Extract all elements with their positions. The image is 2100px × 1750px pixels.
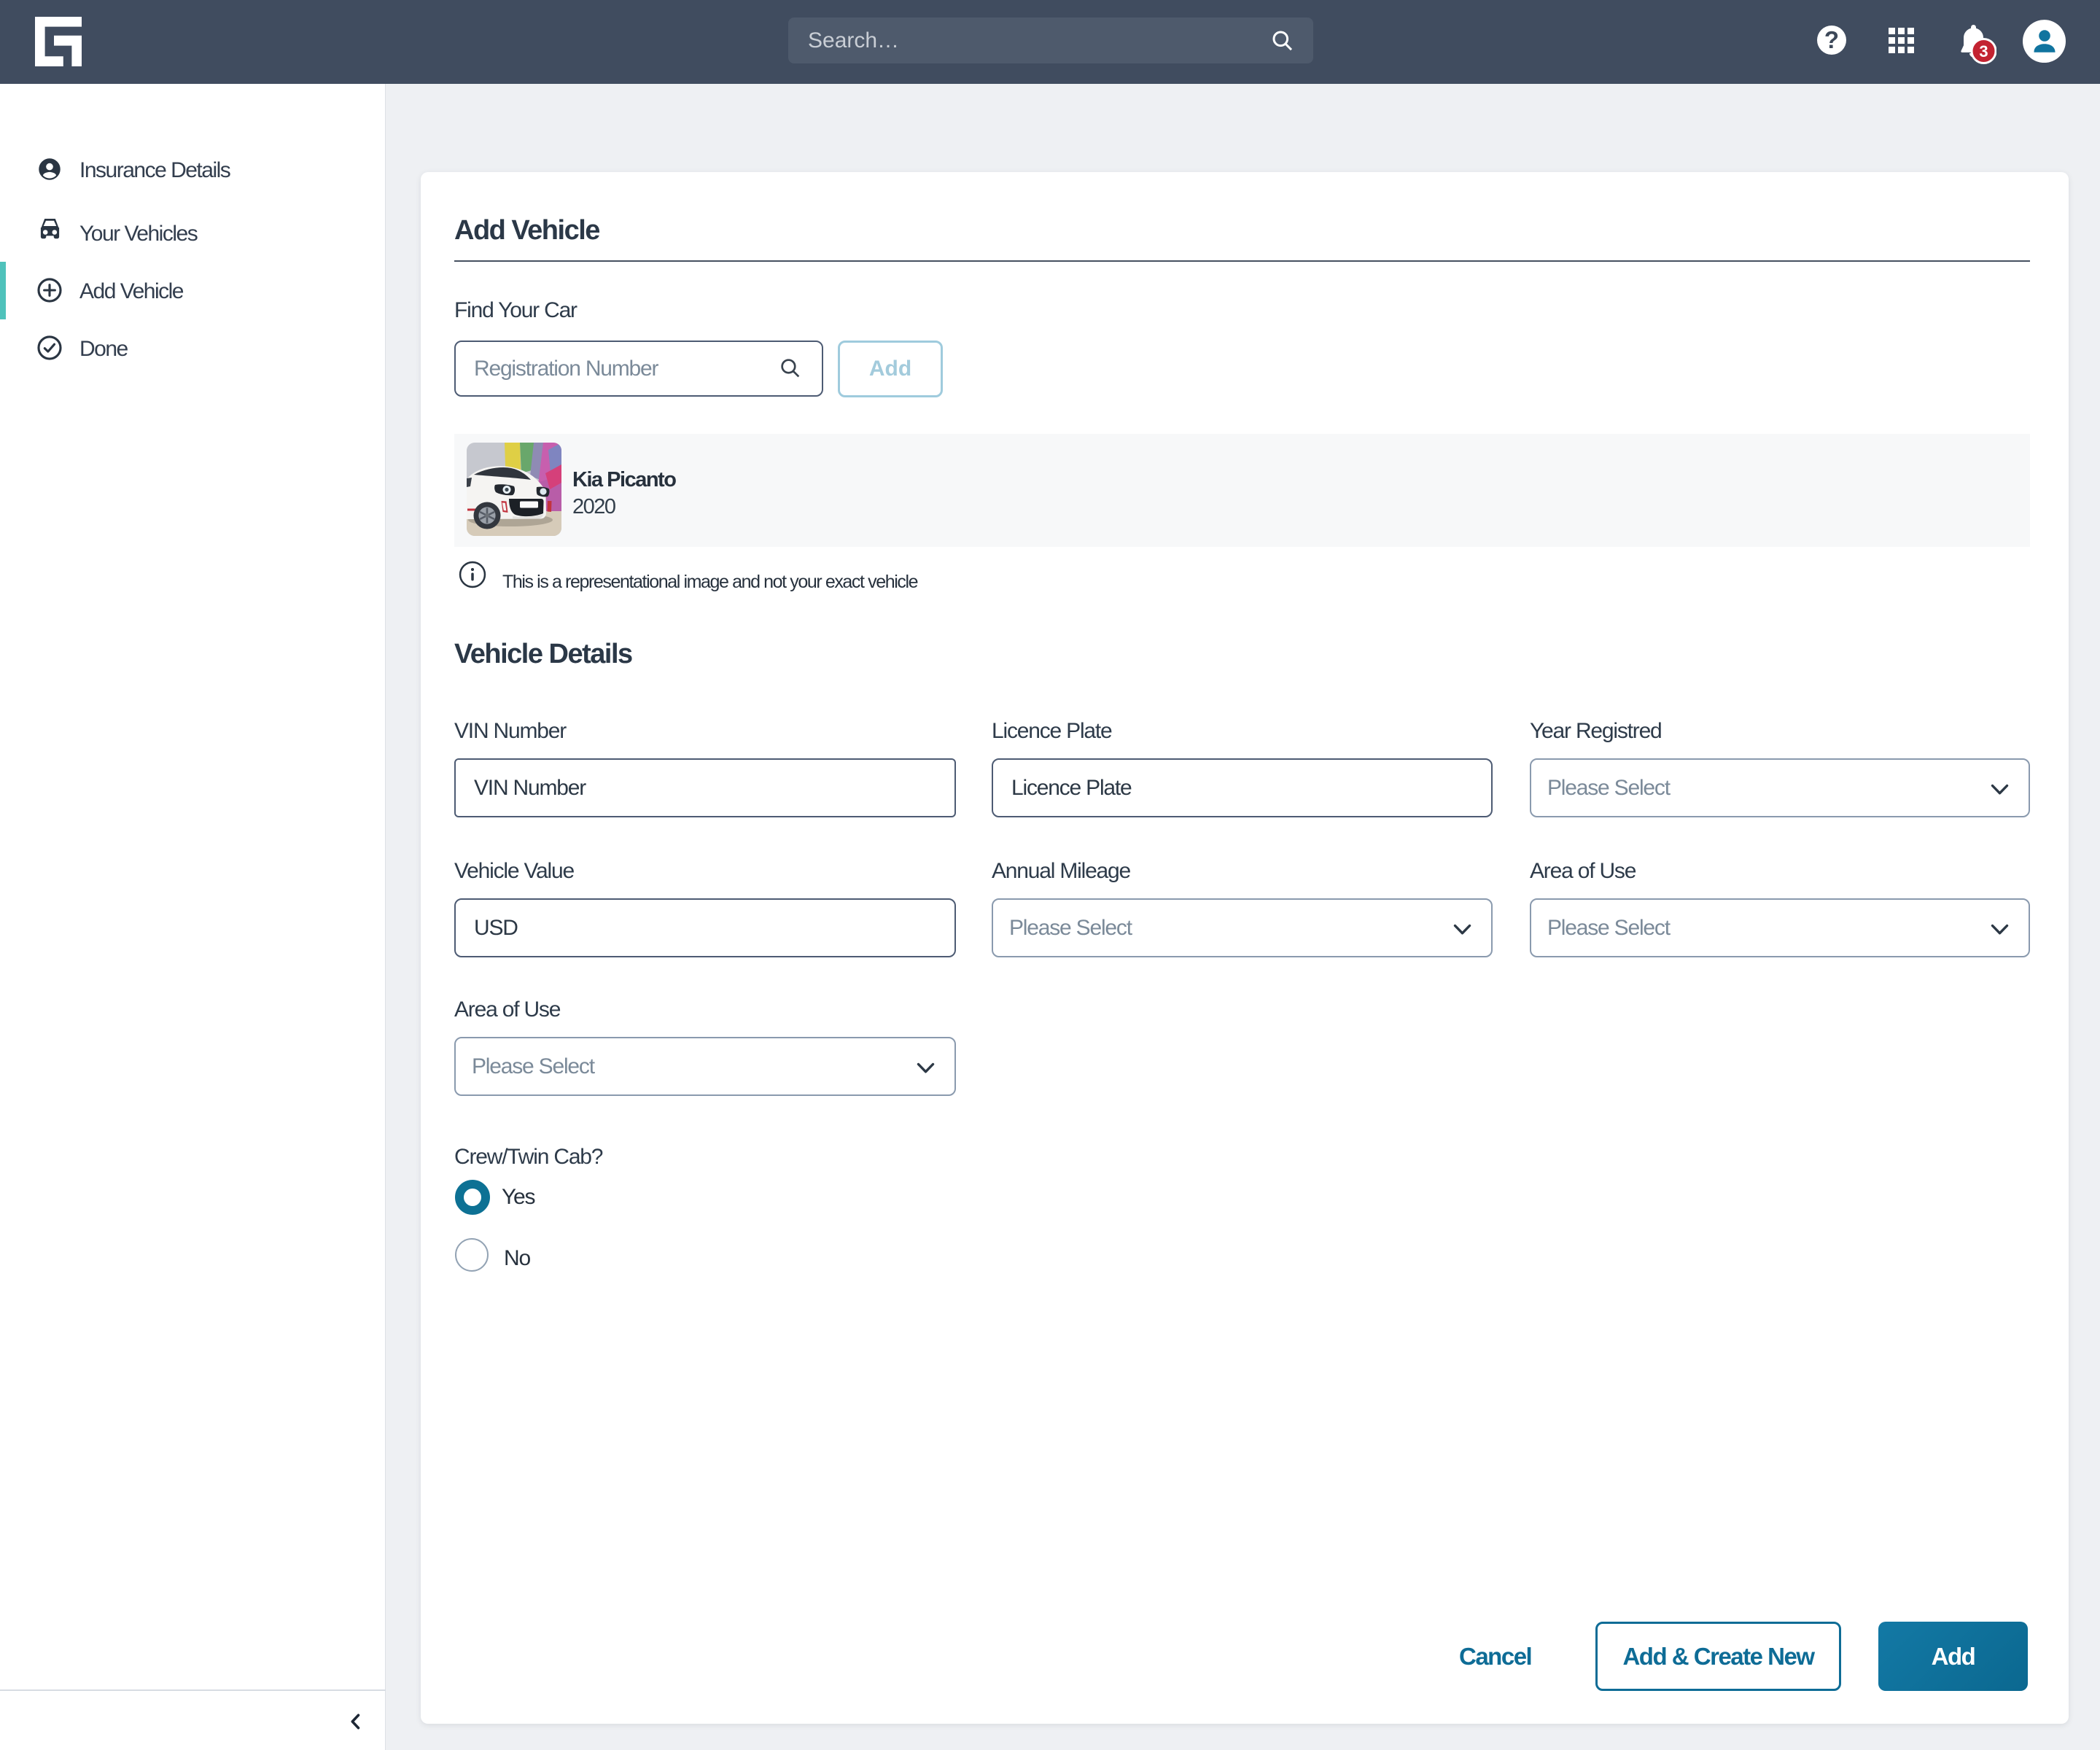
svg-text:?: ? [1824, 26, 1839, 53]
svg-text:3: 3 [1979, 42, 1988, 61]
